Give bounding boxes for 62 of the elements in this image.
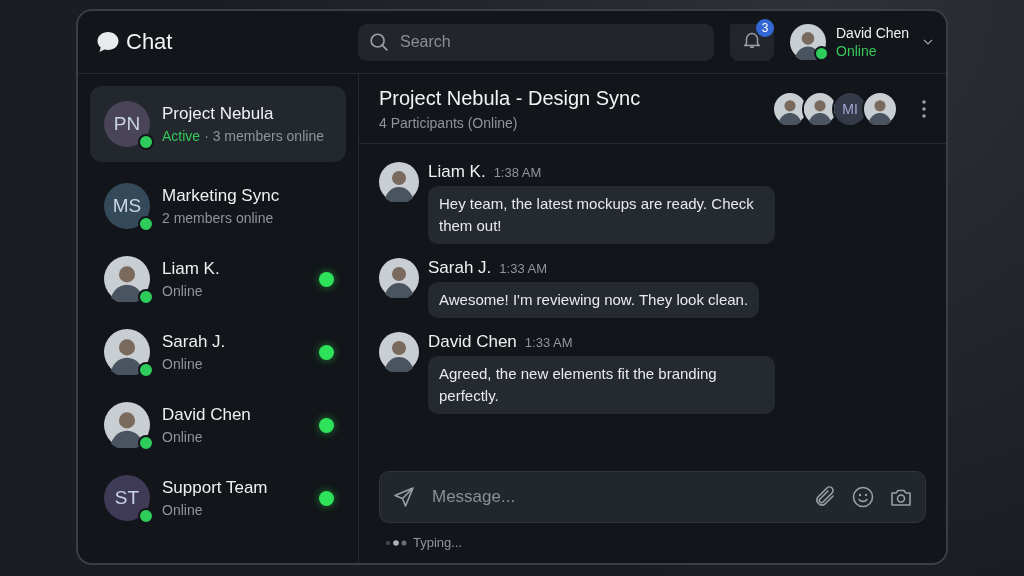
typing-dots-icon: [385, 539, 407, 546]
chevron-icon: [923, 39, 934, 45]
conversation-item[interactable]: David Chen Online: [90, 396, 346, 454]
search-input[interactable]: Search: [398, 32, 704, 52]
avatar-icon: [379, 258, 419, 298]
message-author: David Chen: [428, 332, 517, 352]
conversation-name: Project Nebula: [162, 104, 275, 124]
conversation-item[interactable]: PN Project Nebula Active · 3 members online: [90, 86, 346, 162]
chat-title: Project Nebula - Design Sync: [379, 86, 642, 110]
conversation-item[interactable]: MS Marketing Sync 2 members online: [90, 177, 346, 235]
avatar-icon: [804, 92, 836, 125]
conversation-name: Liam K.: [162, 259, 221, 279]
notification-badge: 3: [756, 18, 774, 37]
avatar-icon: [864, 92, 896, 125]
paperclip-icon[interactable]: [813, 485, 837, 509]
conversation-name: David Chen: [162, 405, 252, 425]
message-time: 1:33 AM: [499, 261, 547, 276]
chat-bubble-icon: [96, 30, 120, 54]
conversation-subtitle: Online: [162, 502, 203, 518]
avatar-icon: [104, 402, 150, 448]
message-bubble: Agreed, the new elements fit the branding perfectly.: [428, 356, 775, 414]
avatar-icon: [790, 24, 826, 60]
user-name: David Chen: [836, 25, 910, 41]
avatar-icon: [104, 329, 150, 375]
message-time: 1:33 AM: [524, 335, 573, 350]
conversation-subtitle: Online: [162, 283, 203, 299]
notifications-button[interactable]: 3: [730, 18, 774, 61]
message-bubble: Hey team, the latest mockups are ready. Check them out!: [428, 186, 775, 244]
message-input[interactable]: Message...: [430, 486, 799, 508]
message-field[interactable]: Message...: [379, 471, 926, 523]
avatar-icon: [104, 256, 150, 302]
conversation-name: Support Team: [162, 478, 269, 498]
avatar-icon: [379, 162, 419, 202]
conversation-subtitle: Online: [162, 429, 203, 445]
conversation-status: Active: [162, 128, 201, 144]
app-title: Chat: [126, 29, 173, 55]
avatar-initials: MS: [104, 183, 150, 229]
avatar-icon: [379, 332, 419, 372]
user-status: Online: [836, 43, 878, 59]
message-author: Liam K.: [428, 162, 486, 182]
typing-indicator: Typing...: [413, 535, 463, 550]
avatar-initials: ST: [104, 475, 150, 521]
conversation-subtitle: Online: [162, 356, 203, 372]
conversation-item[interactable]: ST Support Team Online: [90, 469, 346, 527]
conversation-subtitle: · 3 members online: [204, 128, 324, 144]
participant-initials: MI: [834, 92, 866, 125]
avatar-initials: PN: [104, 101, 150, 147]
conversation-name: Sarah J.: [162, 332, 227, 352]
conversation-name: Marketing Sync: [162, 186, 281, 206]
message-bubble: Awesome! I'm reviewing now. They look clean.: [428, 282, 760, 318]
conversation-item[interactable]: Liam K. Online: [90, 250, 346, 308]
user-menu[interactable]: David Chen Online: [790, 24, 934, 60]
search-icon: [368, 31, 390, 53]
send-icon: [392, 485, 416, 509]
conversation-item[interactable]: Sarah J. Online: [90, 323, 346, 381]
message-author: Sarah J.: [428, 258, 492, 278]
conversation-subtitle: 2 members online: [162, 210, 274, 226]
search-field[interactable]: Search: [358, 23, 714, 61]
message-time: 1:38 AM: [493, 165, 542, 180]
avatar-icon: [774, 92, 806, 125]
emoji-icon[interactable]: [851, 485, 875, 509]
chat-subtitle: 4 Participants (Online): [379, 114, 519, 131]
